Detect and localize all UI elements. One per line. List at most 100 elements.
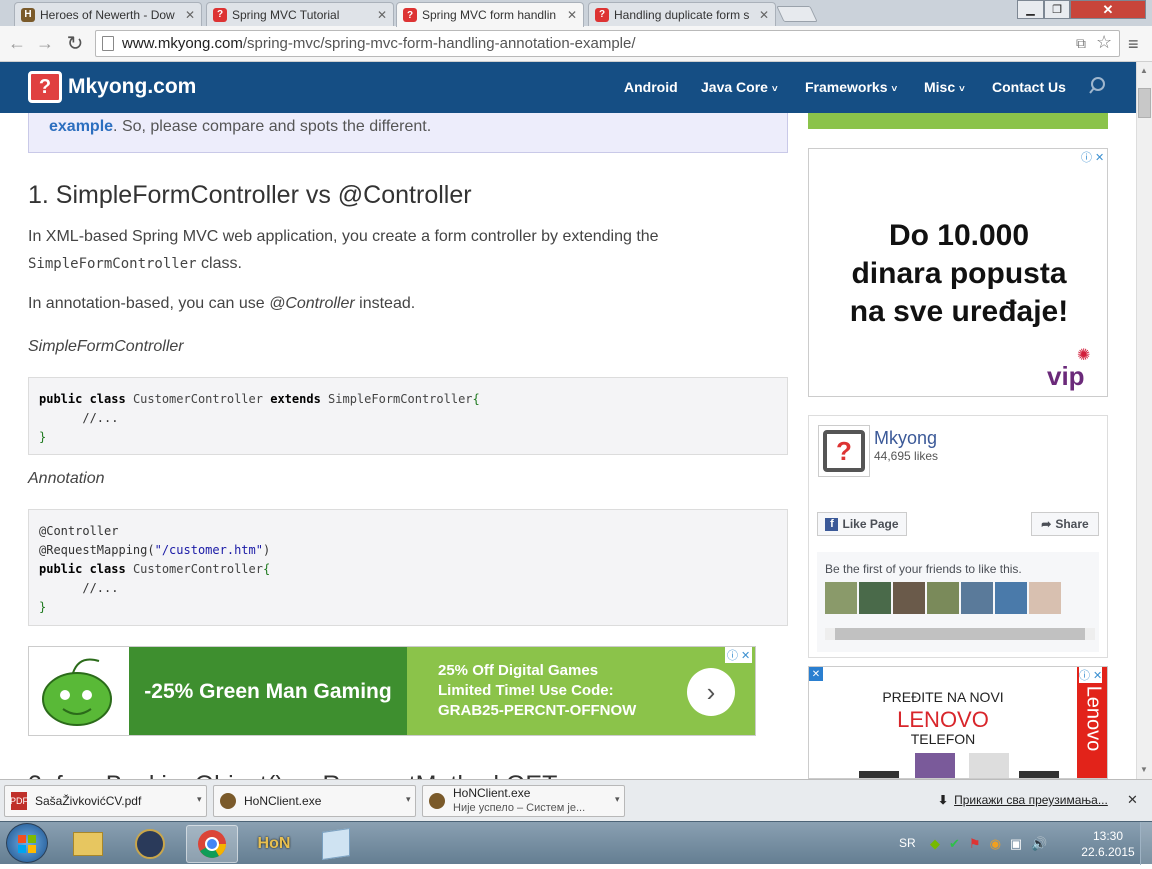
notepad-icon (322, 828, 350, 860)
p2-emphasis: @Controller (269, 295, 355, 312)
scrollbar-thumb[interactable] (835, 628, 1085, 640)
search-icon[interactable] (1088, 76, 1108, 96)
sidebar-ad-strip[interactable] (808, 113, 1108, 129)
show-all-link[interactable]: Прикажи сва преузимања... (954, 793, 1108, 807)
note-link[interactable]: example (49, 118, 113, 135)
maximize-button[interactable]: ❐ (1044, 0, 1070, 19)
chevron-right-icon[interactable]: › (687, 668, 735, 716)
nav-java-core[interactable]: Java Core ˅ (701, 79, 778, 95)
phone-image (1019, 771, 1059, 778)
reload-icon[interactable]: ↻ (63, 31, 87, 55)
vertical-scrollbar[interactable]: ▲ ▼ (1136, 62, 1152, 779)
chevron-down-icon[interactable]: ▾ (197, 794, 202, 805)
lenovo-line-1: PREĐITE NA NOVI (882, 689, 1004, 705)
p2-text-end: instead. (359, 295, 416, 312)
tab-heroes-of-newerth[interactable]: H Heroes of Newerth - Dow ✕ (14, 2, 202, 26)
close-icon[interactable]: ✕ (377, 8, 387, 22)
fb-share-button[interactable]: ➦ Share (1031, 512, 1099, 536)
tab-title: Spring MVC Tutorial (232, 7, 340, 22)
vip-ad[interactable]: ⓘ ✕ Do 10.000 dinara popusta na sve uređ… (808, 148, 1108, 397)
bookmark-star-icon[interactable]: ☆ (1096, 32, 1112, 53)
new-tab-button[interactable] (776, 6, 818, 22)
fb-friend-avatars (825, 582, 1061, 614)
show-desktop-button[interactable] (1140, 822, 1152, 865)
nvidia-icon[interactable]: ◆ (930, 836, 940, 852)
lenovo-side-banner: Lenovo (1077, 667, 1107, 778)
code-paren: ) (262, 543, 271, 557)
avast-icon[interactable]: ◉ (990, 836, 1001, 852)
download-item-honclient-failed[interactable]: HoNClient.exe Није успело – Систем је...… (422, 785, 625, 817)
wow-taskbar-icon[interactable] (124, 825, 176, 863)
friend-avatar[interactable] (961, 582, 993, 614)
language-indicator[interactable]: SR (899, 836, 916, 850)
download-bar: PDF SašaŽivkovićCV.pdf ▾ HoNClient.exe ▾… (0, 779, 1152, 821)
security-icon[interactable]: ✔ (949, 836, 960, 852)
friend-avatar[interactable] (825, 582, 857, 614)
close-window-button[interactable]: ✕ (1070, 0, 1146, 19)
mkyong-icon: ? (823, 430, 865, 472)
friend-avatar[interactable] (1029, 582, 1061, 614)
nav-label: Java Core (701, 79, 768, 95)
friend-avatar[interactable] (995, 582, 1027, 614)
menu-icon[interactable]: ≡ (1128, 34, 1139, 55)
download-item-honclient[interactable]: HoNClient.exe ▾ (213, 785, 416, 817)
site-logo[interactable]: ? Mkyong.com (28, 71, 196, 103)
banner-ad[interactable]: -25% Green Man Gaming 25% Off Digital Ga… (28, 646, 756, 736)
nav-frameworks[interactable]: Frameworks ˅ (805, 79, 897, 95)
chrome-taskbar-icon[interactable] (186, 825, 238, 863)
adchoices-icon[interactable]: ⓘ ✕ (1079, 667, 1103, 683)
ad-right-text: 25% Off Digital Games Limited Time! Use … (438, 662, 637, 719)
pdf-icon: PDF (10, 792, 28, 810)
tab-spring-mvc-form-handling[interactable]: ? Spring MVC form handlin ✕ (396, 2, 584, 27)
ad-right-panel: 25% Off Digital Games Limited Time! Use … (407, 647, 755, 735)
fb-page-name[interactable]: Mkyong (874, 428, 937, 449)
network-icon[interactable]: ▣ (1010, 836, 1022, 852)
volume-icon[interactable]: 🔊 (1031, 836, 1047, 852)
vip-logo: vip (1047, 361, 1085, 391)
tab-title: Heroes of Newerth - Dow (40, 7, 175, 22)
clock[interactable]: 13:30 22.6.2015 (1080, 828, 1136, 860)
facebook-icon: f (825, 517, 839, 531)
hon-taskbar-icon[interactable]: HoN (248, 825, 300, 863)
scroll-up-icon[interactable]: ▲ (1140, 66, 1148, 75)
notepad-taskbar-icon[interactable] (310, 825, 362, 863)
nav-label: Frameworks (805, 79, 888, 95)
tab-handling-duplicate-form[interactable]: ? Handling duplicate form s ✕ (588, 2, 776, 26)
download-item-pdf[interactable]: PDF SašaŽivkovićCV.pdf ▾ (4, 785, 207, 817)
minimize-button[interactable]: ▁ (1017, 0, 1044, 19)
back-icon[interactable]: ← (5, 31, 29, 55)
action-center-icon[interactable]: ⚑ (969, 836, 981, 852)
nav-android[interactable]: Android (624, 79, 678, 95)
browser-toolbar: ← → ↻ www.mkyong.com/spring-mvc/spring-m… (0, 26, 1152, 62)
friend-avatar[interactable] (893, 582, 925, 614)
address-bar[interactable]: www.mkyong.com/spring-mvc/spring-mvc-for… (95, 30, 1120, 57)
fb-horizontal-scrollbar[interactable] (825, 628, 1095, 640)
close-ad-icon[interactable]: ✕ (809, 667, 823, 681)
scroll-down-icon[interactable]: ▼ (1140, 765, 1148, 774)
p1-text-end: class. (201, 255, 242, 272)
friend-avatar[interactable] (859, 582, 891, 614)
show-all-downloads[interactable]: ⬇ Прикажи сва преузимања... (938, 793, 1108, 807)
fb-like-button[interactable]: f Like Page (817, 512, 907, 536)
start-button[interactable] (6, 823, 48, 863)
close-icon[interactable]: ✕ (185, 8, 195, 22)
close-icon[interactable]: ✕ (759, 8, 769, 22)
nav-misc[interactable]: Misc ˅ (924, 79, 965, 95)
chevron-down-icon[interactable]: ▾ (406, 794, 411, 805)
chevron-down-icon[interactable]: ▾ (615, 794, 620, 805)
nav-contact-us[interactable]: Contact Us (992, 79, 1066, 95)
lenovo-ad[interactable]: ✕ PREĐITE NA NOVI LENOVO TELEFON Lenovo … (808, 666, 1108, 779)
forward-icon[interactable]: → (33, 31, 57, 55)
adchoices-icon[interactable]: ⓘ ✕ (725, 647, 753, 663)
close-icon[interactable]: ✕ (1127, 792, 1138, 808)
tab-spring-mvc-tutorial[interactable]: ? Spring MVC Tutorial ✕ (206, 2, 394, 26)
code-brace: { (262, 562, 271, 576)
close-icon[interactable]: ✕ (567, 8, 577, 22)
fb-page-avatar[interactable]: ? (818, 425, 870, 477)
explorer-taskbar-icon[interactable] (62, 825, 114, 863)
adchoices-icon[interactable]: ⓘ ✕ (1081, 149, 1104, 165)
scrollbar-thumb[interactable] (1138, 88, 1151, 118)
friend-avatar[interactable] (927, 582, 959, 614)
fb-likes-count: 44,695 likes (874, 449, 939, 463)
translate-icon[interactable]: ⧉ (1076, 35, 1086, 52)
